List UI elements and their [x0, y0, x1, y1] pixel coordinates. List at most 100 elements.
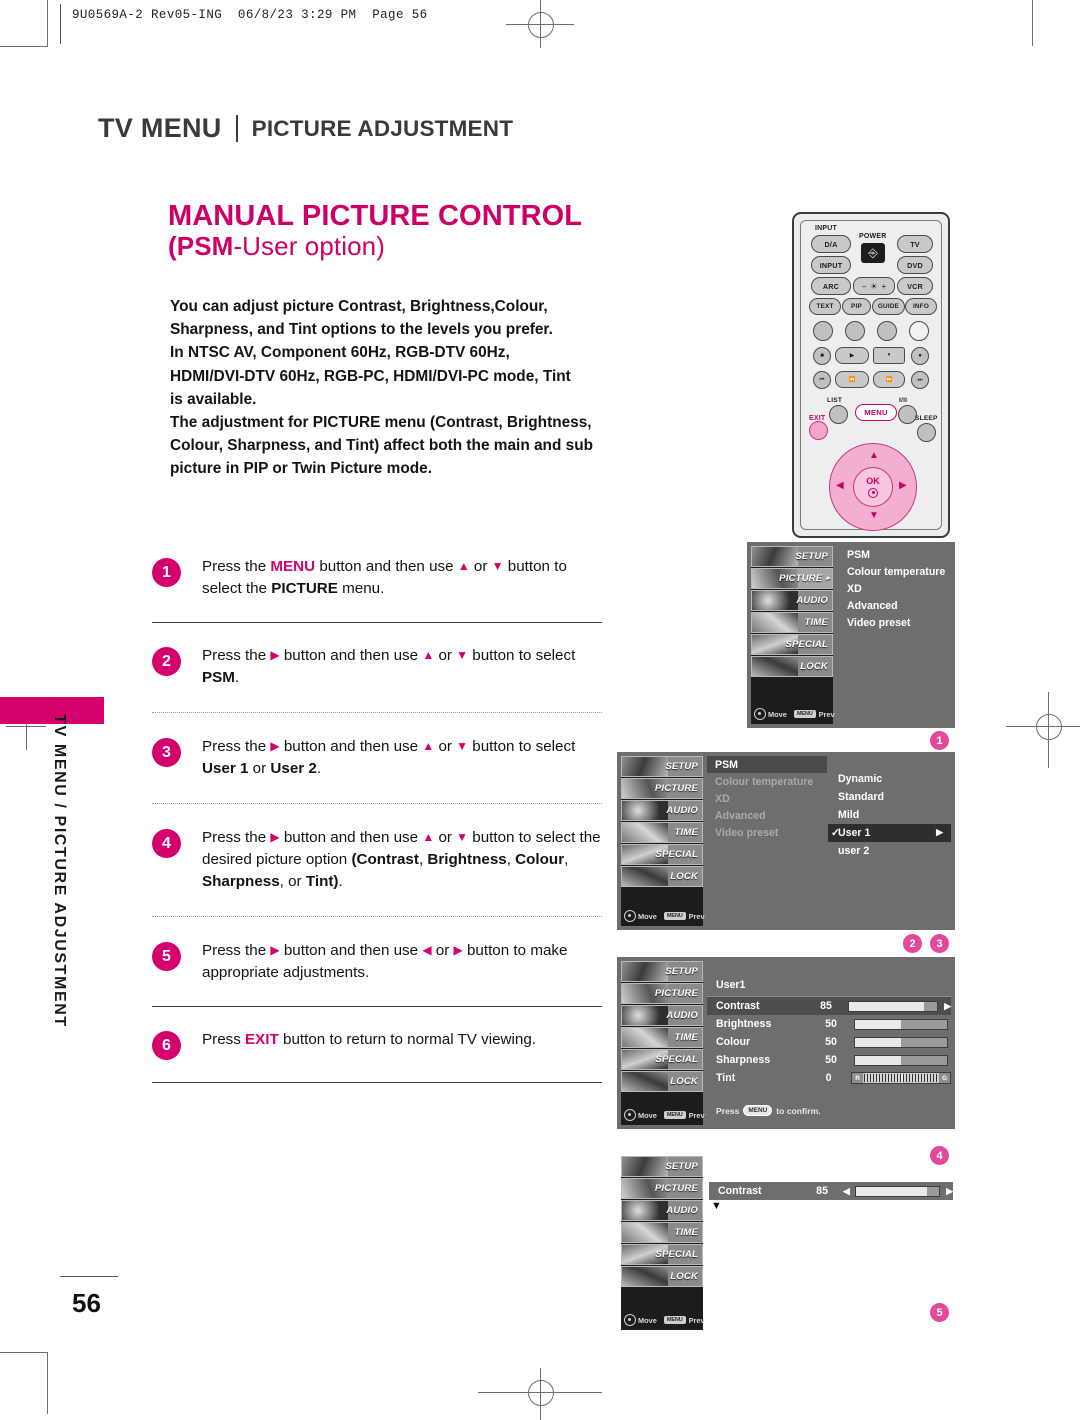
remote-pause-button[interactable]: ⏸ [873, 347, 905, 364]
osd-rail-item-audio[interactable]: AUDIO [751, 590, 833, 611]
remote-color-button-1[interactable] [813, 321, 833, 341]
osd-rail-item-time[interactable]: TIME [621, 1222, 703, 1243]
osd-slider-tint[interactable]: Tint 0 R G [707, 1069, 951, 1087]
dpad-up-icon[interactable]: ▲ [869, 451, 879, 461]
slider-value: 0 [825, 1072, 832, 1084]
tint-track[interactable]: R G [851, 1072, 951, 1084]
remote-power-button[interactable]: ⎆ [861, 243, 885, 263]
osd-psm-option-mild[interactable]: Mild [828, 806, 951, 824]
osd-psm-option-user2[interactable]: user 2 [828, 842, 951, 860]
dpad-right-icon[interactable]: ▶ [899, 481, 907, 491]
direction-arrow-icon: ▼ [491, 559, 504, 573]
osd-rail-item-special[interactable]: SPECIAL [621, 844, 703, 865]
osd-rail-item-lock[interactable]: LOCK [621, 1071, 703, 1092]
remote-sleep-button[interactable] [917, 423, 936, 442]
osd-rail: SETUP PICTURE AUDIO TIME SPECIAL LOCK Mo… [621, 961, 705, 1125]
remote-color-button-2[interactable] [845, 321, 865, 341]
remote-button-da[interactable]: D/A [811, 235, 851, 253]
remote-button-dvd[interactable]: DVD [897, 256, 933, 274]
remote-button-guide[interactable]: GUIDE [872, 298, 905, 315]
slider-track[interactable] [854, 1054, 948, 1066]
osd-rail-item-setup[interactable]: SETUP [621, 1156, 703, 1177]
osd-psm-option-standard[interactable]: Standard [828, 788, 951, 806]
dpad-down-icon[interactable]: ▼ [869, 511, 879, 521]
remote-color-button-3[interactable] [877, 321, 897, 341]
step-divider-dotted [152, 803, 602, 805]
osd-rail-item-special[interactable]: SPECIAL [621, 1244, 703, 1265]
tint-red-cap: R [852, 1073, 864, 1083]
remote-menu-button[interactable]: MENU [855, 404, 897, 421]
osd-item-advanced[interactable]: Advanced [707, 807, 827, 824]
slider-track[interactable] [848, 1000, 939, 1012]
osd-rail-item-picture[interactable]: PICTURE [621, 1178, 703, 1199]
osd-item-video-preset[interactable]: Video preset [839, 614, 951, 631]
remote-button-pip[interactable]: PIP [842, 298, 871, 315]
osd-item-psm[interactable]: PSM [707, 756, 827, 773]
remote-play-button[interactable]: ▶ [835, 347, 869, 364]
osd-slider-brightness[interactable]: Brightness 50 [707, 1015, 951, 1033]
callout-badge-5: 5 [930, 1303, 949, 1322]
osd-rail-item-setup[interactable]: SETUP [751, 546, 833, 567]
remote-stop-button[interactable]: ■ [813, 347, 831, 365]
osd-rail-item-picture[interactable]: PICTURE [621, 778, 703, 799]
remote-button-vcr[interactable]: VCR [897, 277, 933, 295]
osd-psm-option-user1[interactable]: ✓ User 1 ▶ [828, 824, 951, 842]
osd-item-colour-temperature[interactable]: Colour temperature [839, 563, 951, 580]
osd-rail-item-audio[interactable]: AUDIO [621, 1005, 703, 1026]
osd-slider-colour[interactable]: Colour 50 [707, 1033, 951, 1051]
remote-button-tv[interactable]: TV [897, 235, 933, 253]
osd-item-video-preset[interactable]: Video preset [707, 824, 827, 841]
slider-value: 85 [820, 1000, 832, 1012]
osd-rail-item-audio[interactable]: AUDIO [621, 1200, 703, 1221]
remote-list-button[interactable] [829, 405, 848, 424]
osd-slider-contrast[interactable]: Contrast 85 ▶ [707, 997, 951, 1015]
osd-rail-item-setup[interactable]: SETUP [621, 756, 703, 777]
slider-track[interactable] [854, 1036, 948, 1048]
osd-rail-item-special[interactable]: SPECIAL [751, 634, 833, 655]
remote-button-text[interactable]: TEXT [809, 298, 841, 315]
osd-rail-item-lock[interactable]: LOCK [621, 866, 703, 887]
slider-label: Contrast [716, 1000, 760, 1012]
osd-rail-item-time[interactable]: TIME [751, 612, 833, 633]
slider-track[interactable] [854, 1018, 948, 1030]
slider-track[interactable] [854, 1185, 941, 1197]
remote-button-input[interactable]: INPUT [811, 256, 851, 274]
chevron-right-icon[interactable]: ▶ [944, 1001, 951, 1012]
tint-green-cap: G [939, 1073, 950, 1083]
osd-rail-item-lock[interactable]: LOCK [621, 1266, 703, 1287]
remote-rewind-button[interactable]: ⏪ [835, 371, 869, 388]
osd-rail-item-audio[interactable]: AUDIO [621, 800, 703, 821]
osd-item-psm[interactable]: PSM [839, 546, 951, 563]
osd-rail-item-time[interactable]: TIME [621, 822, 703, 843]
remote-brightness-control[interactable]: – ☀ + [853, 277, 895, 295]
osd-contrast-row[interactable]: Contrast 85 ◀ ▶ [709, 1182, 953, 1200]
direction-arrow-icon: ▲ [422, 830, 435, 845]
remote-record-button[interactable]: ● [911, 347, 929, 365]
osd-item-colour-temperature[interactable]: Colour temperature [707, 773, 827, 790]
osd-slider-sharpness[interactable]: Sharpness 50 [707, 1051, 951, 1069]
remote-button-info[interactable]: INFO [905, 298, 937, 315]
remote-ok-button[interactable]: OK [853, 467, 893, 507]
osd-rail-item-setup[interactable]: SETUP [621, 961, 703, 982]
remote-forward-button[interactable]: ⏩ [873, 371, 905, 388]
emphasis-text: Tint) [305, 873, 339, 891]
osd-rail-item-time[interactable]: TIME [621, 1027, 703, 1048]
chevron-left-icon[interactable]: ◀ [843, 1186, 850, 1197]
osd-rail-item-lock[interactable]: LOCK [751, 656, 833, 677]
remote-exit-button[interactable] [809, 421, 828, 440]
remote-color-button-4[interactable] [909, 321, 929, 341]
dpad-left-icon[interactable]: ◀ [836, 481, 844, 491]
step-text: Press the ▶ button and then use ◀ or ▶ b… [202, 940, 602, 984]
osd-rail-item-picture[interactable]: PICTURE ▸ [751, 568, 833, 589]
osd-item-advanced[interactable]: Advanced [839, 597, 951, 614]
osd-rail-item-special[interactable]: SPECIAL [621, 1049, 703, 1070]
chevron-right-icon[interactable]: ▶ [946, 1186, 953, 1197]
remote-button-arc[interactable]: ARC [811, 277, 851, 295]
osd-item-xd[interactable]: XD [707, 790, 827, 807]
remote-skip-forward-button[interactable]: ⏭ [911, 371, 929, 389]
osd-rail-item-picture[interactable]: PICTURE [621, 983, 703, 1004]
remote-skip-back-button[interactable]: ⏮ [813, 371, 831, 389]
osd-item-xd[interactable]: XD [839, 580, 951, 597]
ok-dot-icon [868, 487, 878, 498]
osd-psm-option-dynamic[interactable]: Dynamic [828, 770, 951, 788]
